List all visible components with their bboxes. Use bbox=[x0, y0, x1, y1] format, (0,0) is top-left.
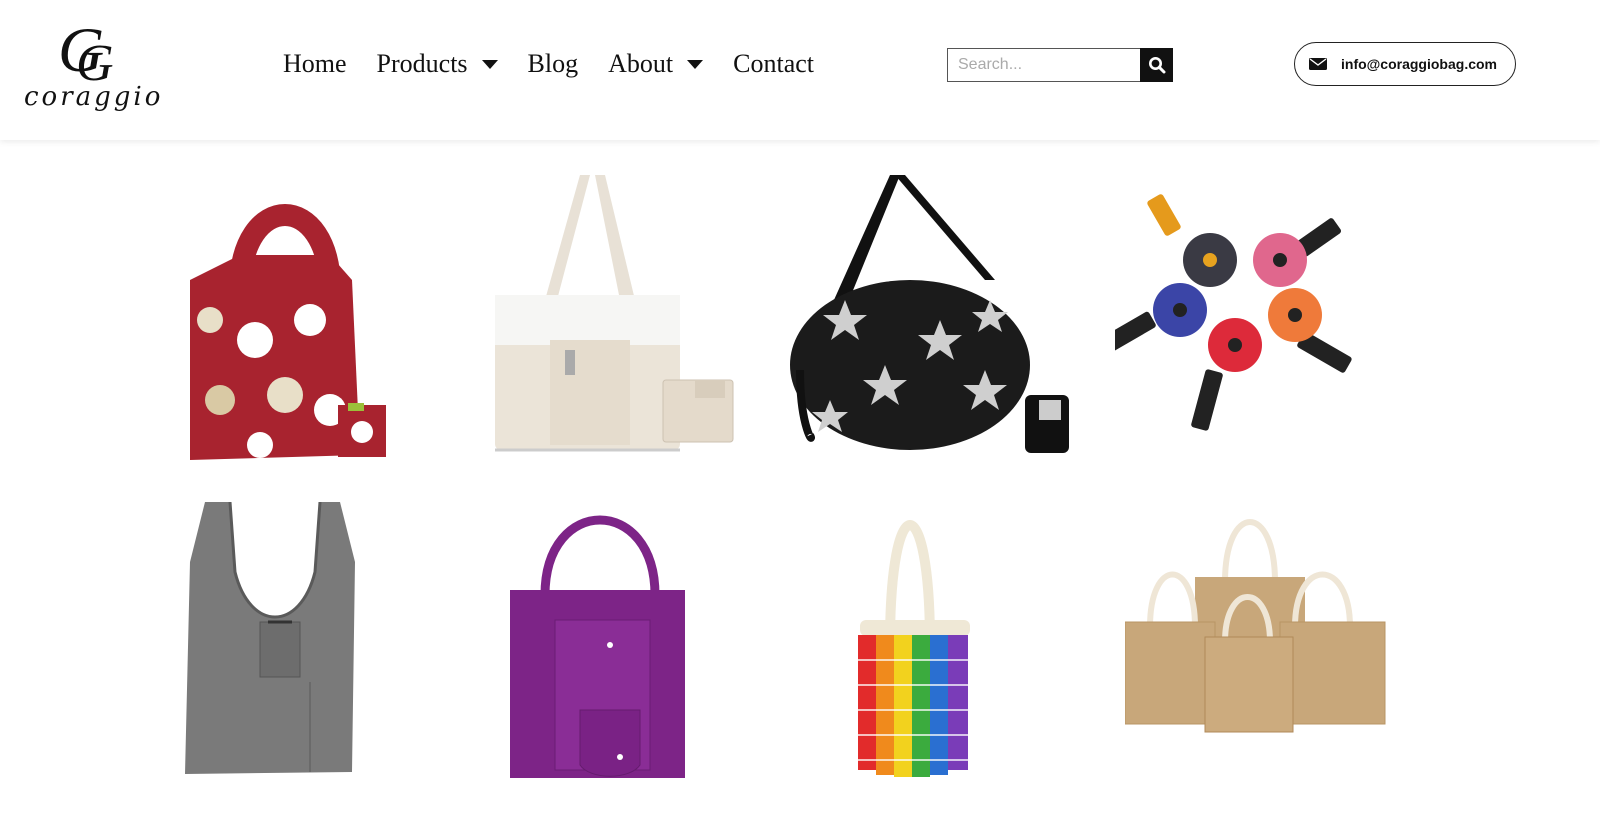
product-cream-canvas-tote[interactable] bbox=[495, 170, 745, 460]
caret-down-icon bbox=[481, 59, 498, 69]
product-black-star-bag[interactable] bbox=[785, 170, 1075, 460]
red-dog-tote-image bbox=[190, 204, 386, 460]
nav-blog[interactable]: Blog bbox=[528, 49, 579, 79]
black-star-bag-image bbox=[790, 175, 1069, 453]
envelope-icon bbox=[1309, 58, 1327, 70]
jute-tote-set-image bbox=[1125, 519, 1386, 733]
nav-about[interactable]: About bbox=[608, 49, 704, 79]
email-contact-button[interactable]: info@coraggiobag.com bbox=[1294, 42, 1516, 86]
round-pouch-set-image bbox=[1115, 194, 1352, 431]
product-grid bbox=[0, 140, 1600, 814]
site-header: GG coraggio Home Products Blog About Con… bbox=[0, 0, 1600, 140]
grey-foldable-tote-image bbox=[185, 502, 355, 774]
product-rainbow-mesh-bag[interactable] bbox=[850, 485, 990, 780]
nav-blog-label: Blog bbox=[527, 49, 579, 78]
cream-canvas-tote-image bbox=[495, 175, 734, 452]
main-nav: Home Products Blog About Contact bbox=[283, 44, 844, 84]
logo-monogram: GG bbox=[58, 14, 114, 92]
product-grey-foldable-tote[interactable] bbox=[180, 502, 370, 782]
product-round-pouch-set[interactable] bbox=[1115, 185, 1375, 445]
product-purple-nonwoven-tote[interactable] bbox=[510, 495, 690, 785]
nav-contact-label: Contact bbox=[733, 49, 814, 78]
search-button[interactable] bbox=[1140, 48, 1173, 82]
search-input[interactable] bbox=[947, 48, 1140, 82]
logo-wordmark: coraggio bbox=[24, 82, 164, 112]
nav-products[interactable]: Products bbox=[377, 49, 498, 79]
search-icon bbox=[1148, 57, 1165, 74]
nav-home[interactable]: Home bbox=[283, 49, 347, 79]
email-address: info@coraggiobag.com bbox=[1341, 56, 1497, 72]
brand-logo[interactable]: GG coraggio bbox=[20, 10, 160, 120]
caret-down-icon bbox=[687, 59, 704, 69]
nav-home-label: Home bbox=[283, 49, 347, 78]
nav-contact[interactable]: Contact bbox=[733, 49, 814, 79]
nav-about-label: About bbox=[608, 49, 674, 78]
nav-products-label: Products bbox=[376, 49, 468, 78]
product-jute-tote-set[interactable] bbox=[1125, 512, 1390, 737]
purple-tote-image bbox=[510, 515, 685, 778]
search-form bbox=[947, 48, 1173, 82]
product-red-dog-print-tote[interactable] bbox=[180, 170, 400, 470]
rainbow-mesh-bag-image bbox=[858, 520, 970, 777]
